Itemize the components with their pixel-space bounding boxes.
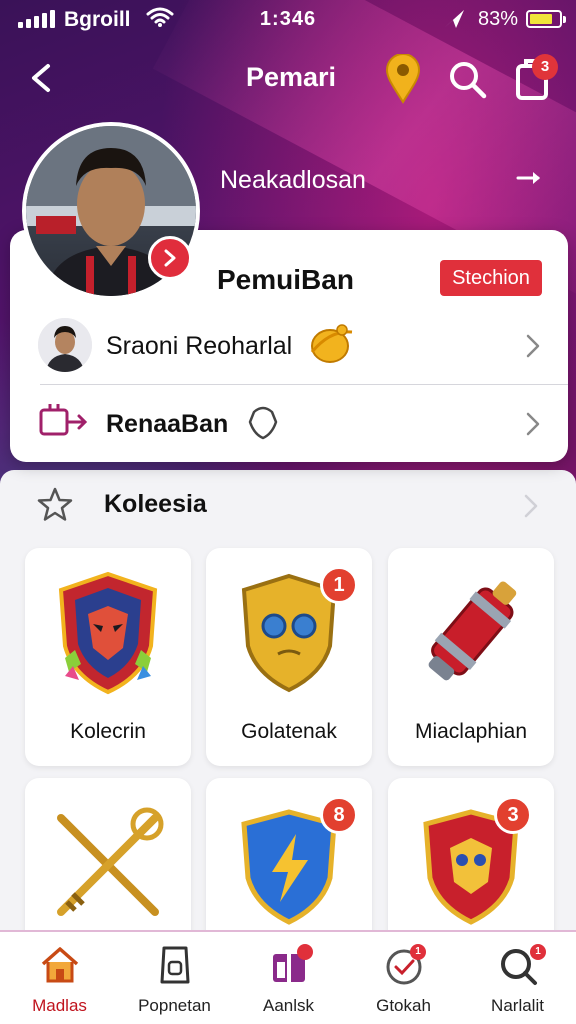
tile-badge: 1 [320,566,358,604]
nav-label: Madlas [32,996,87,1015]
tile-label: Kolecrin [70,720,146,743]
card-row-label: Sraoni Reoharlal [106,332,293,360]
nav-item-tag[interactable]: Popnetan [117,932,232,1024]
nav-notification-dot [297,944,313,960]
status-bar: Bgroill 1:346 83% [0,0,576,40]
nav-label: Aanlsk [262,996,315,1015]
mask-shield-icon [58,571,158,695]
star-icon [37,487,73,521]
tile-badge: 8 [320,796,358,834]
battery-percentage: 83% [478,8,519,30]
nav-item-search[interactable]: 1 Narlalit [460,932,575,1024]
chevron-right-icon [524,494,538,518]
card-row-transfer[interactable]: RenaaBan [10,386,568,462]
profile-name: PemuiBan [217,264,354,295]
crossed-swords-icon [57,807,164,916]
arrow-right-icon[interactable] [516,168,544,188]
nav-notification-badge: 1 [410,944,426,960]
notification-badge: 3 [532,54,558,80]
card-row-label: RenaaBan [106,410,229,438]
profile-subtitle[interactable]: Neakadlosan [220,166,366,195]
page-title: Pemari [246,62,337,92]
tile-label: Golatenak [241,720,337,743]
status-badge[interactable]: Stechion [440,260,542,296]
nav-label: Popnetan [138,996,211,1015]
tile-label: Miaclaphian [414,720,528,743]
avatar-expand-button[interactable] [148,236,192,280]
nav-label: Narlalit [491,996,544,1015]
divider [40,384,568,385]
chevron-right-icon [164,249,176,267]
nav-notification-badge: 1 [530,944,546,960]
search-button[interactable] [446,58,488,100]
back-button[interactable] [22,58,62,98]
card-row-person[interactable]: Sraoni Reoharlal [10,308,568,384]
bottom-navigation: Madlas Popnetan Aanlsk 1 Gtokah 1 Narlal… [0,930,576,1024]
nav-item-gift[interactable]: Aanlsk [231,932,346,1024]
collection-tile[interactable]: Miaclaphian [388,548,554,766]
collection-tile[interactable]: 1 Golatenak [206,548,372,766]
nav-label: Gtokah [376,996,431,1015]
battery-icon [526,10,566,28]
red-cylinder-icon [428,581,517,681]
chevron-right-icon [526,412,540,436]
location-arrow-icon [444,10,464,28]
gold-orb-icon [310,324,353,363]
home-icon [41,947,79,983]
collection-panel: Koleesia Kolecrin 1 Golatenak Miaclaphia… [0,470,576,996]
section-title: Koleesia [104,490,207,518]
transfer-icon [39,404,88,436]
person-avatar [38,318,92,372]
nav-item-clock[interactable]: 1 Gtokah [346,932,461,1024]
map-pin-icon[interactable] [383,54,423,104]
chevron-right-icon [526,334,540,358]
nav-item-home[interactable]: Madlas [2,932,117,1024]
collection-tile[interactable]: Kolecrin [25,548,191,766]
tag-icon [160,946,190,984]
gem-icon [248,406,278,440]
tile-badge: 3 [494,796,532,834]
section-header-collection[interactable]: Koleesia [0,470,576,540]
